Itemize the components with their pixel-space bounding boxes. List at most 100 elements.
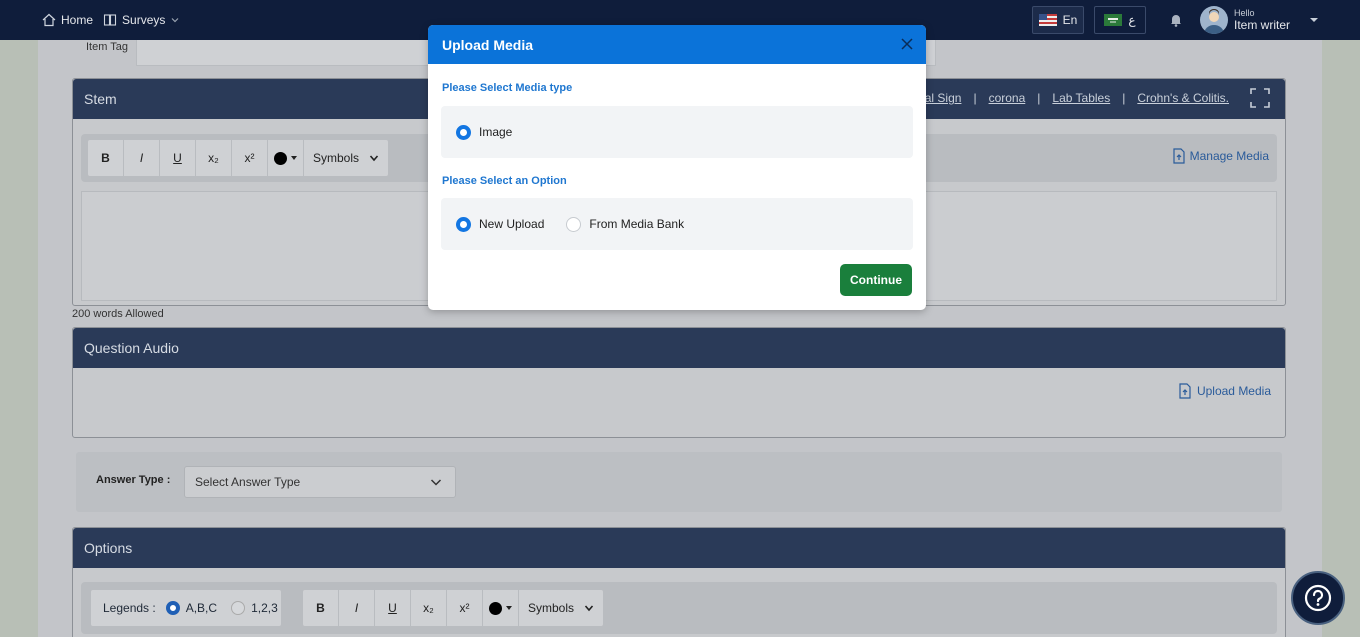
- text-color-picker[interactable]: [268, 140, 304, 176]
- link-crohns[interactable]: Crohn's & Colitis.: [1137, 91, 1229, 105]
- legend-123-label: 1,2,3: [251, 601, 278, 615]
- nav-surveys-label: Surveys: [122, 13, 166, 27]
- manage-media-label: Manage Media: [1189, 149, 1269, 163]
- superscript-button[interactable]: x²: [447, 590, 483, 626]
- color-swatch: [273, 151, 287, 165]
- question-audio-panel: Question Audio Upload Media: [72, 327, 1286, 438]
- symbols-dropdown[interactable]: Symbols: [519, 590, 603, 626]
- caret-down-icon: [505, 606, 512, 610]
- user-avatar-icon: [1203, 9, 1224, 34]
- bell-icon[interactable]: [1168, 12, 1184, 28]
- text-color-picker[interactable]: [483, 590, 519, 626]
- subscript-button[interactable]: x₂: [196, 140, 232, 176]
- legend-abc-label: A,B,C: [185, 601, 218, 615]
- words-allowed-text: 200 words Allowed: [72, 308, 164, 320]
- symbols-dropdown[interactable]: Symbols: [304, 140, 388, 176]
- symbols-label: Symbols: [527, 601, 574, 615]
- nav-home[interactable]: Home: [42, 13, 93, 27]
- answer-type-select[interactable]: Select Answer Type: [184, 466, 456, 498]
- bold-button[interactable]: B: [88, 140, 124, 176]
- chevron-down-icon: [369, 155, 379, 162]
- options-toolbar: Legends : A,B,C 1,2,3 B I U x₂ x² Symbol…: [81, 582, 1277, 634]
- media-type-box: Image: [441, 106, 913, 158]
- help-icon: [1304, 584, 1332, 612]
- options-format-group: B I U x₂ x² Symbols: [303, 590, 603, 626]
- modal-header: Upload Media: [428, 25, 926, 64]
- italic-button[interactable]: I: [339, 590, 375, 626]
- nav-home-label: Home: [61, 13, 94, 27]
- lang-en-button[interactable]: En: [1031, 6, 1084, 34]
- upload-media-label: Upload Media: [1196, 384, 1271, 398]
- upload-media-link[interactable]: Upload Media: [1178, 383, 1271, 399]
- link-corona[interactable]: corona: [989, 91, 1026, 105]
- nav-right: En ع Hello Item writer: [1031, 0, 1320, 40]
- upload-option-box: New Upload From Media Bank: [441, 198, 913, 250]
- user-menu[interactable]: Hello Item writer: [1199, 6, 1320, 34]
- stem-links: Vital Sign | corona | Lab Tables | Crohn…: [911, 91, 1229, 105]
- option-label: Please Select an Option: [442, 175, 567, 187]
- chevron-down-icon: [430, 479, 442, 486]
- image-radio-label: Image: [479, 125, 513, 139]
- superscript-button[interactable]: x²: [232, 140, 268, 176]
- media-type-label: Please Select Media type: [442, 82, 573, 94]
- link-separator: |: [1037, 91, 1041, 105]
- underline-button[interactable]: U: [375, 590, 411, 626]
- left-rail: [0, 40, 38, 637]
- audio-title: Question Audio: [84, 340, 179, 356]
- subscript-button[interactable]: x₂: [411, 590, 447, 626]
- underline-button[interactable]: U: [160, 140, 196, 176]
- lang-ar-button[interactable]: ع: [1093, 6, 1146, 34]
- surveys-icon: [103, 14, 117, 26]
- italic-button[interactable]: I: [124, 140, 160, 176]
- bold-button[interactable]: B: [303, 590, 339, 626]
- legends-group: Legends : A,B,C 1,2,3: [91, 590, 281, 626]
- caret-down-icon: [290, 156, 297, 160]
- audio-header: Question Audio: [73, 328, 1285, 368]
- new-upload-radio[interactable]: [456, 216, 471, 232]
- upload-file-icon: [1173, 148, 1185, 164]
- image-radio[interactable]: [456, 124, 471, 140]
- options-title: Options: [84, 540, 133, 556]
- modal-title: Upload Media: [442, 36, 534, 53]
- lang-ar-label: ع: [1128, 13, 1136, 27]
- stem-title: Stem: [84, 91, 117, 107]
- nav-left: Home Surveys: [42, 0, 180, 40]
- answer-type-section: Answer Type : Select Answer Type: [76, 452, 1282, 512]
- answer-type-label: Answer Type :: [96, 474, 171, 486]
- saudi-flag-icon: [1104, 14, 1123, 26]
- nav-surveys[interactable]: Surveys: [103, 13, 180, 27]
- upload-file-icon: [1179, 383, 1191, 399]
- manage-media-link[interactable]: Manage Media: [1172, 148, 1269, 164]
- options-panel: Options Legends : A,B,C 1,2,3 B I U x₂ x…: [72, 527, 1286, 637]
- hello-text: Hello: [1233, 8, 1255, 18]
- link-lab-tables[interactable]: Lab Tables: [1052, 91, 1110, 105]
- lang-en-label: En: [1062, 13, 1078, 27]
- media-bank-label: From Media Bank: [589, 217, 685, 231]
- link-separator: |: [1122, 91, 1126, 105]
- right-rail: [1322, 40, 1360, 637]
- continue-button[interactable]: Continue: [840, 264, 912, 296]
- upload-media-modal: Upload Media Please Select Media type Im…: [428, 25, 926, 310]
- color-swatch: [488, 601, 502, 615]
- chevron-down-icon: [171, 18, 179, 23]
- close-icon[interactable]: [900, 37, 914, 51]
- us-flag-icon: [1038, 14, 1057, 26]
- legend-123-radio[interactable]: [231, 601, 246, 615]
- home-icon: [42, 13, 56, 27]
- legend-abc-radio[interactable]: [165, 601, 180, 615]
- help-button[interactable]: [1291, 571, 1345, 625]
- new-upload-label: New Upload: [479, 217, 545, 231]
- user-name: Item writer: [1233, 18, 1290, 32]
- stem-format-group: B I U x₂ x² Symbols: [88, 140, 388, 176]
- link-separator: |: [973, 91, 977, 105]
- options-header: Options: [73, 528, 1285, 568]
- item-tag-label: Item Tag: [86, 41, 128, 53]
- fullscreen-icon[interactable]: [1249, 87, 1271, 109]
- symbols-label: Symbols: [312, 151, 359, 165]
- chevron-down-icon: [584, 605, 594, 612]
- chevron-down-icon: [1310, 18, 1318, 22]
- media-bank-radio[interactable]: [566, 216, 582, 232]
- answer-type-placeholder: Select Answer Type: [195, 475, 301, 489]
- avatar: [1199, 6, 1228, 34]
- legends-label: Legends :: [103, 601, 156, 615]
